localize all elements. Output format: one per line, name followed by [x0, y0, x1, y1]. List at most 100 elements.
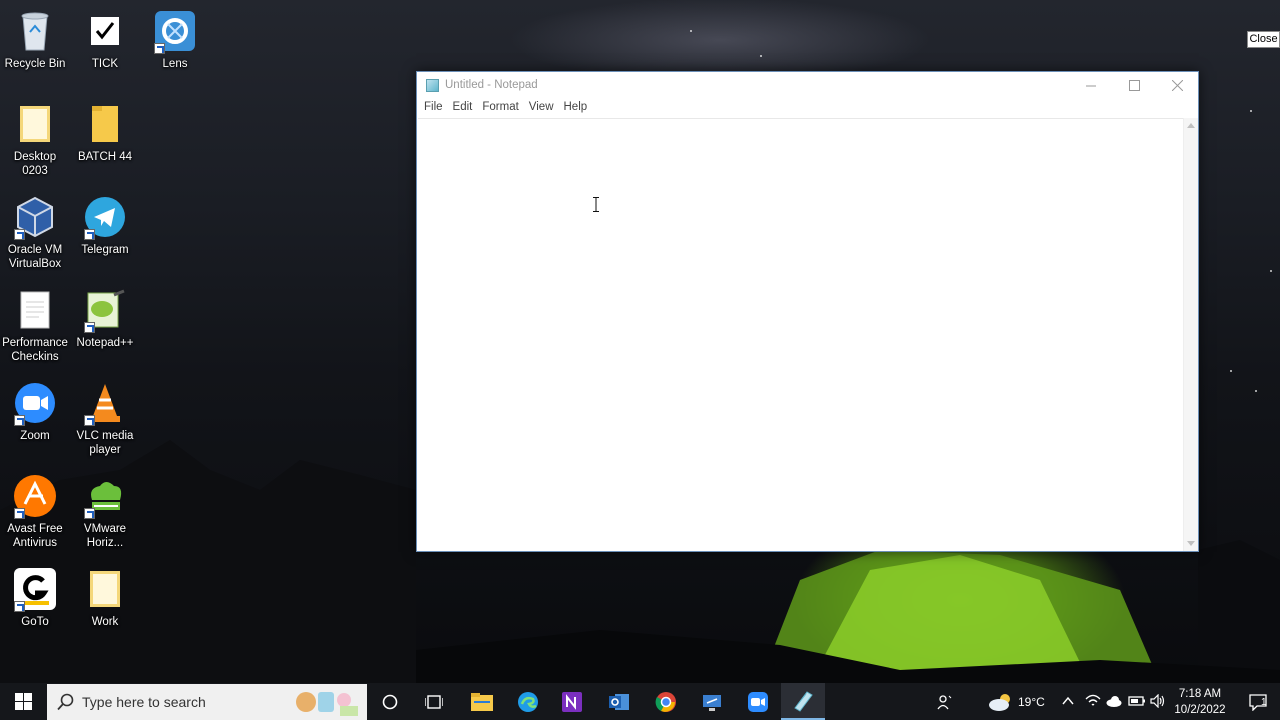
weather-temperature[interactable]: 19°C: [1018, 695, 1045, 709]
maximize-icon: [1129, 79, 1140, 91]
notepad-icon: [794, 690, 813, 712]
vertical-scrollbar[interactable]: [1183, 118, 1198, 551]
zoom-icon: [12, 380, 58, 426]
notepad-window[interactable]: Untitled - Notepad File Edit Format View…: [416, 71, 1199, 552]
battery-icon[interactable]: [1128, 695, 1146, 707]
desktop-icon-zoom[interactable]: Zoom: [0, 380, 70, 443]
notepad-titlebar[interactable]: Untitled - Notepad: [417, 72, 1198, 98]
star: [1255, 390, 1257, 392]
menu-file[interactable]: File: [424, 98, 451, 119]
checkmark-document-icon: [82, 8, 128, 54]
goto-icon: [12, 566, 58, 612]
desktop-icon-telegram[interactable]: Telegram: [70, 194, 140, 257]
search-icon: [57, 693, 74, 711]
desktop-icon-goto[interactable]: GoTo: [0, 566, 70, 629]
people-icon: [937, 694, 952, 709]
desktop-icon-batch-44[interactable]: BATCH 44: [70, 101, 140, 164]
shortcut-arrow-icon: [84, 415, 95, 426]
desktop-icon-recycle-bin[interactable]: Recycle Bin: [0, 8, 70, 71]
taskbar-app-edge[interactable]: [506, 683, 550, 720]
lens-app-icon: [152, 8, 198, 54]
star: [690, 30, 692, 32]
wifi-icon[interactable]: [1085, 694, 1101, 708]
desktop-icon-label: Work: [91, 616, 119, 628]
windows-logo-icon: [14, 693, 32, 710]
desktop-icon-virtualbox[interactable]: Oracle VM VirtualBox: [0, 194, 70, 271]
file-explorer-icon: [471, 692, 493, 711]
recycle-bin-icon: [12, 8, 58, 54]
clock-date: 10/2/2022: [1174, 704, 1226, 716]
onedrive-cloud-icon[interactable]: [1106, 695, 1123, 707]
shortcut-arrow-icon: [84, 322, 95, 333]
taskbar-search-box[interactable]: Type here to search: [47, 684, 367, 720]
taskbar-app-chrome[interactable]: [644, 683, 688, 720]
star: [1270, 270, 1272, 272]
desktop-icon-work[interactable]: Work: [70, 566, 140, 629]
text-editor-area[interactable]: [418, 118, 1184, 551]
vlc-cone-icon: [82, 380, 128, 426]
maximize-button[interactable]: [1113, 72, 1156, 98]
taskbar-clock[interactable]: 7:18 AM 10/2/2022: [1172, 686, 1228, 718]
cortana-button[interactable]: [368, 683, 412, 720]
menu-bar: File Edit Format View Help: [417, 98, 1198, 119]
virtualbox-icon: [12, 194, 58, 240]
desktop-icon-label: VLC media player: [76, 430, 134, 456]
volume-icon[interactable]: [1150, 694, 1166, 708]
desktop-icon-label: Oracle VM VirtualBox: [7, 244, 63, 270]
menu-help[interactable]: Help: [564, 98, 596, 119]
shortcut-arrow-icon: [14, 508, 25, 519]
folder-icon: [82, 566, 128, 612]
desktop-icon-notepad-plus-plus[interactable]: Notepad++: [70, 287, 140, 350]
taskbar-app-onenote[interactable]: [550, 683, 594, 720]
zoom-icon: [748, 691, 768, 712]
desktop-icon-tick[interactable]: TICK: [70, 8, 140, 71]
menu-format[interactable]: Format: [482, 98, 526, 119]
shortcut-arrow-icon: [14, 229, 25, 240]
star: [760, 55, 762, 57]
desktop-icon-vlc[interactable]: VLC media player: [70, 380, 140, 457]
star: [1230, 370, 1232, 372]
taskbar-app-notepad[interactable]: [781, 683, 825, 720]
notification-center-button[interactable]: 1: [1236, 683, 1280, 720]
task-view-button[interactable]: [412, 683, 456, 720]
search-placeholder: Type here to search: [82, 694, 206, 710]
desktop-icon-label: VMware Horiz...: [83, 523, 127, 549]
close-tooltip: Close: [1247, 31, 1280, 48]
desktop-icon-label: Performance Checkins: [2, 337, 68, 363]
chevron-up-icon[interactable]: [1062, 696, 1074, 706]
start-button[interactable]: [0, 683, 46, 720]
chrome-icon: [655, 691, 676, 712]
taskbar-app-remote-desktop[interactable]: [690, 683, 734, 720]
taskbar: Type here to search 19°C 7:18 AM 10/2/20…: [0, 683, 1280, 720]
desktop-icon-label: Recycle Bin: [4, 58, 66, 70]
shortcut-arrow-icon: [154, 43, 165, 54]
desktop-icon-desktop-0203[interactable]: Desktop 0203: [0, 101, 70, 178]
outlook-icon: [609, 693, 629, 710]
desktop-icon-vmware-horizon[interactable]: VMware Horiz...: [70, 473, 140, 550]
notepad-icon: [426, 79, 439, 92]
taskbar-app-outlook[interactable]: [597, 683, 641, 720]
minimize-button[interactable]: [1070, 72, 1113, 98]
people-button[interactable]: [923, 683, 967, 720]
remote-desktop-icon: [703, 694, 721, 711]
menu-view[interactable]: View: [529, 98, 562, 119]
taskbar-app-file-explorer[interactable]: [460, 683, 504, 720]
shortcut-arrow-icon: [84, 508, 95, 519]
shortcut-arrow-icon: [14, 601, 25, 612]
desktop-icon-label: Lens: [162, 58, 188, 70]
telegram-icon: [82, 194, 128, 240]
desktop-icon-lens[interactable]: Lens: [140, 8, 210, 71]
shortcut-arrow-icon: [14, 415, 25, 426]
scroll-up-icon[interactable]: [1187, 123, 1195, 128]
close-button[interactable]: [1156, 72, 1199, 98]
desktop-icon-avast[interactable]: Avast Free Antivirus: [0, 473, 70, 550]
desktop-icon-label: TICK: [91, 58, 119, 70]
scroll-down-icon[interactable]: [1187, 541, 1195, 546]
menu-edit[interactable]: Edit: [453, 98, 481, 119]
window-title: Untitled - Notepad: [445, 79, 538, 91]
notification-count-badge: 1: [1261, 697, 1267, 708]
taskbar-app-zoom[interactable]: [736, 683, 780, 720]
desktop-icon-performance-checkins[interactable]: Performance Checkins: [0, 287, 70, 364]
task-view-icon: [425, 694, 443, 709]
avast-icon: [12, 473, 58, 519]
